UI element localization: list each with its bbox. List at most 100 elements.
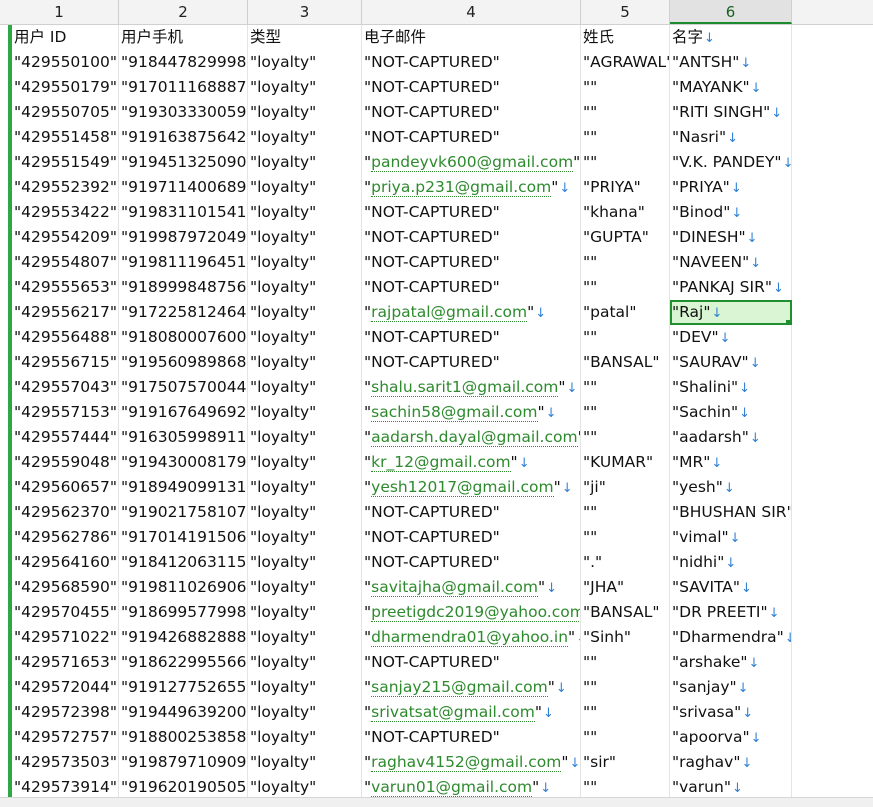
table-cell[interactable]: "JHA": [581, 575, 670, 600]
table-cell[interactable]: "429551549": [12, 150, 119, 175]
table-cell[interactable]: "917011168887": [119, 75, 248, 100]
table-cell[interactable]: "loyalty": [248, 600, 362, 625]
table-cell[interactable]: "loyalty": [248, 575, 362, 600]
table-cell[interactable]: "loyalty": [248, 750, 362, 775]
table-cell[interactable]: "Sachin"↓: [670, 400, 792, 425]
table-cell[interactable]: "429550100": [12, 50, 119, 75]
header-cell[interactable]: 类型: [248, 25, 362, 50]
column-header-4[interactable]: 4: [362, 0, 581, 24]
email-link-cell[interactable]: "rajpatal@gmail.com"↓: [362, 300, 581, 325]
table-cell[interactable]: "918412063115": [119, 550, 248, 575]
table-cell[interactable]: "loyalty": [248, 275, 362, 300]
table-cell[interactable]: "BHUSHAN SIR": [670, 500, 792, 525]
table-cell[interactable]: "NOT-CAPTURED": [362, 250, 581, 275]
table-cell[interactable]: "patal": [581, 300, 670, 325]
table-cell[interactable]: "918622995566": [119, 650, 248, 675]
table-cell[interactable]: "": [581, 275, 670, 300]
table-cell[interactable]: "DEV"↓: [670, 325, 792, 350]
table-cell[interactable]: "": [581, 675, 670, 700]
header-cell[interactable]: 姓氏: [581, 25, 670, 50]
table-cell[interactable]: "429572757": [12, 725, 119, 750]
table-cell[interactable]: "PRIYA"↓: [670, 175, 792, 200]
table-cell[interactable]: "loyalty": [248, 300, 362, 325]
table-cell[interactable]: "AGRAWAL": [581, 50, 670, 75]
table-cell[interactable]: "loyalty": [248, 75, 362, 100]
table-cell[interactable]: "917507570044": [119, 375, 248, 400]
table-cell[interactable]: "loyalty": [248, 450, 362, 475]
table-cell[interactable]: "loyalty": [248, 650, 362, 675]
table-cell[interactable]: "loyalty": [248, 475, 362, 500]
table-cell[interactable]: "PRIYA": [581, 175, 670, 200]
table-cell[interactable]: "919303330059": [119, 100, 248, 125]
table-cell[interactable]: "918999848756": [119, 275, 248, 300]
table-cell[interactable]: "429572044": [12, 675, 119, 700]
table-cell[interactable]: "ANTSH"↓: [670, 50, 792, 75]
table-cell[interactable]: "MAYANK"↓: [670, 75, 792, 100]
table-cell[interactable]: "429562370": [12, 500, 119, 525]
table-cell[interactable]: "429557444": [12, 425, 119, 450]
table-cell[interactable]: "loyalty": [248, 725, 362, 750]
table-cell[interactable]: "": [581, 125, 670, 150]
table-cell[interactable]: "": [581, 700, 670, 725]
table-cell[interactable]: "Dharmendra"↓: [670, 625, 792, 650]
table-cell[interactable]: "loyalty": [248, 325, 362, 350]
table-cell[interactable]: "918080007600": [119, 325, 248, 350]
table-cell[interactable]: "429550179": [12, 75, 119, 100]
table-cell[interactable]: "429557043": [12, 375, 119, 400]
table-cell[interactable]: "NOT-CAPTURED": [362, 125, 581, 150]
table-cell[interactable]: "NOT-CAPTURED": [362, 650, 581, 675]
table-cell[interactable]: "BANSAL": [581, 350, 670, 375]
column-header-5[interactable]: 5: [581, 0, 670, 24]
table-cell[interactable]: "loyalty": [248, 625, 362, 650]
table-cell[interactable]: "SAVITA"↓: [670, 575, 792, 600]
header-cell[interactable]: 用户手机: [119, 25, 248, 50]
table-cell[interactable]: "": [581, 100, 670, 125]
table-cell[interactable]: "429571022": [12, 625, 119, 650]
table-cell[interactable]: "429556217": [12, 300, 119, 325]
table-cell[interactable]: "arshake"↓: [670, 650, 792, 675]
column-header-3[interactable]: 3: [248, 0, 362, 24]
email-link-cell[interactable]: "savitajha@gmail.com"↓: [362, 575, 581, 600]
table-cell[interactable]: "Nasri"↓: [670, 125, 792, 150]
table-cell[interactable]: "Raj"↓: [670, 300, 792, 325]
table-cell[interactable]: "429553422": [12, 200, 119, 225]
table-cell[interactable]: "sanjay"↓: [670, 675, 792, 700]
table-cell[interactable]: "": [581, 325, 670, 350]
email-link-cell[interactable]: "kr_12@gmail.com"↓: [362, 450, 581, 475]
table-cell[interactable]: "loyalty": [248, 425, 362, 450]
table-cell[interactable]: "loyalty": [248, 175, 362, 200]
table-cell[interactable]: "918800253858": [119, 725, 248, 750]
table-cell[interactable]: ".": [581, 550, 670, 575]
table-cell[interactable]: "loyalty": [248, 500, 362, 525]
table-cell[interactable]: "919449639200": [119, 700, 248, 725]
table-cell[interactable]: "NOT-CAPTURED": [362, 75, 581, 100]
table-cell[interactable]: "loyalty": [248, 250, 362, 275]
table-cell[interactable]: "429560657": [12, 475, 119, 500]
table-cell[interactable]: "loyalty": [248, 525, 362, 550]
table-cell[interactable]: "NOT-CAPTURED": [362, 50, 581, 75]
email-link-cell[interactable]: "yesh12017@gmail.com"↓: [362, 475, 581, 500]
table-cell[interactable]: "429556715": [12, 350, 119, 375]
table-cell[interactable]: "": [581, 250, 670, 275]
table-cell[interactable]: "": [581, 425, 670, 450]
table-cell[interactable]: "V.K. PANDEY"↓: [670, 150, 792, 175]
table-cell[interactable]: "loyalty": [248, 400, 362, 425]
table-cell[interactable]: "PANKAJ SIR"↓: [670, 275, 792, 300]
table-cell[interactable]: "429550705": [12, 100, 119, 125]
table-cell[interactable]: "NOT-CAPTURED": [362, 500, 581, 525]
column-header-2[interactable]: 2: [119, 0, 248, 24]
table-cell[interactable]: "916305998911": [119, 425, 248, 450]
header-cell[interactable]: 电子邮件: [362, 25, 581, 50]
table-cell[interactable]: "loyalty": [248, 675, 362, 700]
table-cell[interactable]: "919426882888": [119, 625, 248, 650]
table-cell[interactable]: "919987972049": [119, 225, 248, 250]
table-cell[interactable]: "917014191506": [119, 525, 248, 550]
email-link-cell[interactable]: "pandeyvk600@gmail.com"↓: [362, 150, 581, 175]
table-cell[interactable]: "MR"↓: [670, 450, 792, 475]
table-cell[interactable]: "429572398": [12, 700, 119, 725]
column-header-1[interactable]: 1: [0, 0, 119, 24]
table-cell[interactable]: "429568590": [12, 575, 119, 600]
table-cell[interactable]: "429562786": [12, 525, 119, 550]
email-link-cell[interactable]: "sachin58@gmail.com"↓: [362, 400, 581, 425]
table-cell[interactable]: "NOT-CAPTURED": [362, 200, 581, 225]
